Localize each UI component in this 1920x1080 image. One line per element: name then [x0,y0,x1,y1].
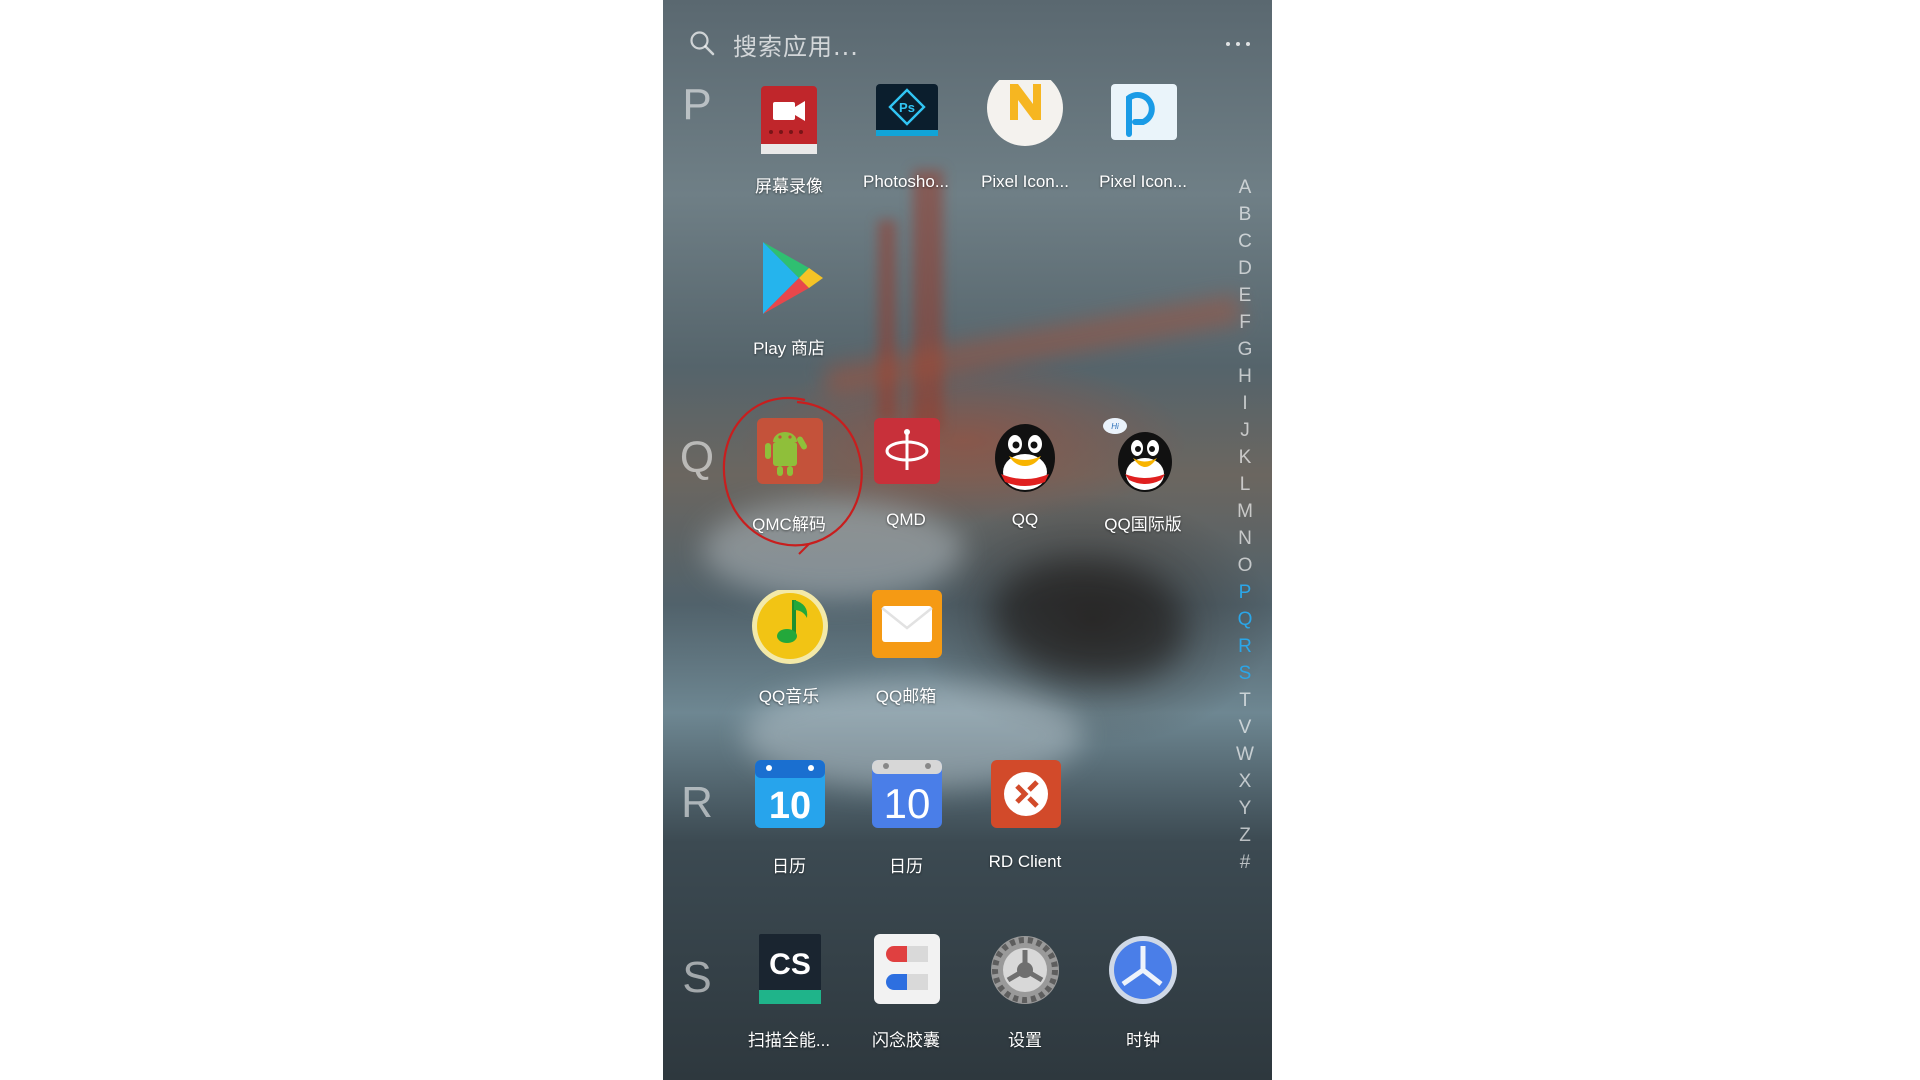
index-letter-f[interactable]: F [1230,309,1260,336]
photoshop-icon: Ps [876,84,938,136]
index-letter-q[interactable]: Q [1230,606,1260,633]
app-qq-international[interactable]: Hi QQ国际版 [1084,418,1202,548]
index-letter-b[interactable]: B [1230,201,1260,228]
qmc-decoder-icon [757,418,823,484]
app-qq[interactable]: QQ [966,418,1084,548]
app-label: QMD [886,510,926,529]
app-label: 设置 [1008,1031,1042,1050]
index-letter-s[interactable]: S [1230,660,1260,687]
app-play-store[interactable]: Play 商店 [730,242,848,372]
alphabet-index[interactable]: A B C D E F G H I J K L M N O P Q R S T V W X Y Z # [1230,174,1260,876]
index-letter-w[interactable]: W [1230,741,1260,768]
app-qq-mail[interactable]: QQ邮箱 [847,590,965,720]
app-clock[interactable]: 时钟 [1084,934,1202,1064]
screen-recorder-icon [761,86,817,154]
index-letter-d[interactable]: D [1230,255,1260,282]
bg-rock [993,560,1183,680]
qq-music-icon [752,590,828,664]
svg-text:CS: CS [769,948,811,981]
svg-text:Ps: Ps [899,100,915,115]
app-label: 时钟 [1126,1031,1160,1050]
app-settings[interactable]: 设置 [966,934,1084,1064]
index-letter-y[interactable]: Y [1230,795,1260,822]
app-camscanner[interactable]: CS 扫描全能... [730,934,848,1064]
app-label: QQ邮箱 [875,687,937,706]
index-letter-x[interactable]: X [1230,768,1260,795]
index-letter-g[interactable]: G [1230,336,1260,363]
app-label: Play 商店 [753,339,825,358]
app-screen-recorder[interactable]: 屏幕录像 [730,80,848,210]
qmd-icon [874,418,940,484]
app-drawer-screen: 搜索应用... P Q R S 屏幕录像 Ps Photosho... Pixe… [663,0,1272,1080]
index-letter-o[interactable]: O [1230,552,1260,579]
index-letter-l[interactable]: L [1230,471,1260,498]
index-letter-v[interactable]: V [1230,714,1260,741]
more-options-icon[interactable] [1226,42,1250,46]
section-letter-s: S [682,953,712,1002]
app-label: QQ国际版 [1104,515,1182,534]
app-rd-client[interactable]: RD Client [966,760,1084,890]
app-label: QQ [1011,510,1039,529]
search-input[interactable]: 搜索应用... [733,27,859,62]
rd-client-icon [991,760,1061,828]
index-letter-m[interactable]: M [1230,498,1260,525]
app-qmd[interactable]: QMD [847,418,965,548]
app-label: 日历 [772,857,806,876]
app-qq-music[interactable]: QQ音乐 [730,590,848,720]
index-letter-c[interactable]: C [1230,228,1260,255]
index-letter-hash[interactable]: # [1230,849,1260,876]
index-letter-z[interactable]: Z [1230,822,1260,849]
index-letter-k[interactable]: K [1230,444,1260,471]
app-label: QMC解码 [752,515,826,534]
bg-bridge-tower-2 [878,220,896,420]
index-letter-r[interactable]: R [1230,633,1260,660]
svg-text:10: 10 [884,780,931,827]
play-store-icon [763,242,823,314]
index-letter-i[interactable]: I [1230,390,1260,417]
flash-capsule-icon [874,934,940,1004]
section-letter-q: Q [679,433,715,482]
qq-mail-icon [872,590,942,658]
app-qmc-decoder[interactable]: QMC解码 [730,418,848,548]
pixel-icon-p-icon [1111,84,1177,140]
app-pixel-icon-p[interactable]: Pixel Icon... [1084,80,1202,210]
search-icon [690,31,715,56]
app-pixel-icon-n[interactable]: Pixel Icon... [966,80,1084,210]
app-label: Pixel Icon... [981,172,1069,191]
section-letter-p: P [682,80,712,129]
index-letter-p[interactable]: P [1230,579,1260,606]
svg-text:Hi: Hi [1111,422,1119,431]
index-letter-n[interactable]: N [1230,525,1260,552]
calendar-icon: 10 [755,760,825,828]
pixel-icon-n-icon [987,80,1063,146]
settings-gear-icon [991,936,1059,1004]
google-calendar-icon: 10 [872,760,942,828]
app-flash-capsule[interactable]: 闪念胶囊 [847,934,965,1064]
app-google-calendar[interactable]: 10 日历 [847,760,965,890]
index-letter-j[interactable]: J [1230,417,1260,444]
qq-penguin-icon [995,424,1055,492]
app-label: 闪念胶囊 [872,1031,940,1050]
app-label: Pixel Icon... [1099,172,1187,191]
index-letter-t[interactable]: T [1230,687,1260,714]
clock-icon [1109,936,1177,1004]
camscanner-icon: CS [759,934,821,1004]
section-letter-r: R [681,778,713,827]
app-photoshop[interactable]: Ps Photosho... [847,80,965,210]
search-bar[interactable]: 搜索应用... [663,18,1272,68]
app-label: 日历 [889,857,923,876]
app-calendar[interactable]: 10 日历 [730,760,848,890]
svg-text:10: 10 [769,785,811,827]
index-letter-a[interactable]: A [1230,174,1260,201]
app-label: 扫描全能... [747,1031,831,1050]
app-label: QQ音乐 [758,687,820,706]
qq-international-icon: Hi [1103,418,1172,492]
index-letter-h[interactable]: H [1230,363,1260,390]
app-label: RD Client [988,852,1062,871]
app-label: Photosho... [862,172,949,191]
app-label: 屏幕录像 [755,177,823,196]
index-letter-e[interactable]: E [1230,282,1260,309]
